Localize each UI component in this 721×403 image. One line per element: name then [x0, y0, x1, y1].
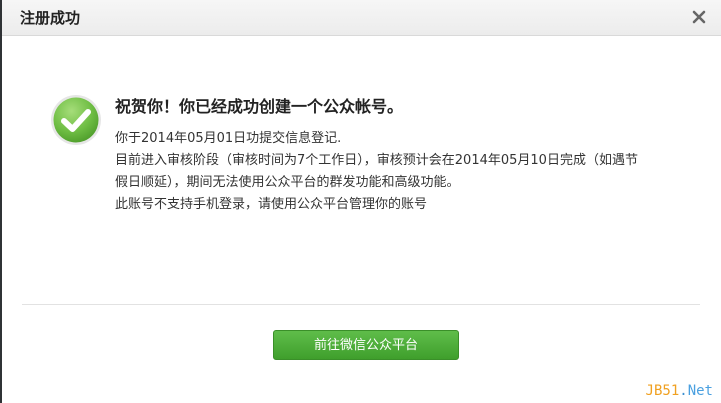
message-line: 此账号不支持手机登录，请使用公众平台管理你的账号: [115, 197, 428, 212]
success-headline: 祝贺你！你已经成功创建一个公众帐号。: [115, 97, 404, 116]
divider: [22, 304, 700, 305]
dialog-header: 注册成功: [2, 0, 721, 36]
message-line: 假日顺延），期间无法使用公众平台的群发功能和高级功能。: [115, 175, 460, 190]
watermark-dot: .: [679, 383, 688, 399]
message-line: 目前进入审核阶段（审核时间为7个工作日），审核预计会在2014年05月10日完成…: [115, 153, 638, 168]
watermark-part: JB51: [645, 383, 680, 399]
site-watermark: JB51.Net: [646, 383, 713, 399]
message-content: 祝贺你！你已经成功创建一个公众帐号。 你于2014年05月01日功提交信息登记.…: [115, 96, 695, 216]
dialog-title: 注册成功: [20, 9, 81, 27]
close-icon[interactable]: [689, 7, 709, 27]
message-line: 你于2014年05月01日功提交信息登记.: [115, 131, 342, 146]
success-dialog: 注册成功 祝贺你！你已经成功创建一个公众帐号。 你于2014年05月01日功提交…: [2, 0, 721, 403]
watermark-part: Net: [687, 383, 713, 399]
check-circle-icon: [50, 94, 102, 146]
go-to-platform-button[interactable]: 前往微信公众平台: [273, 330, 459, 360]
